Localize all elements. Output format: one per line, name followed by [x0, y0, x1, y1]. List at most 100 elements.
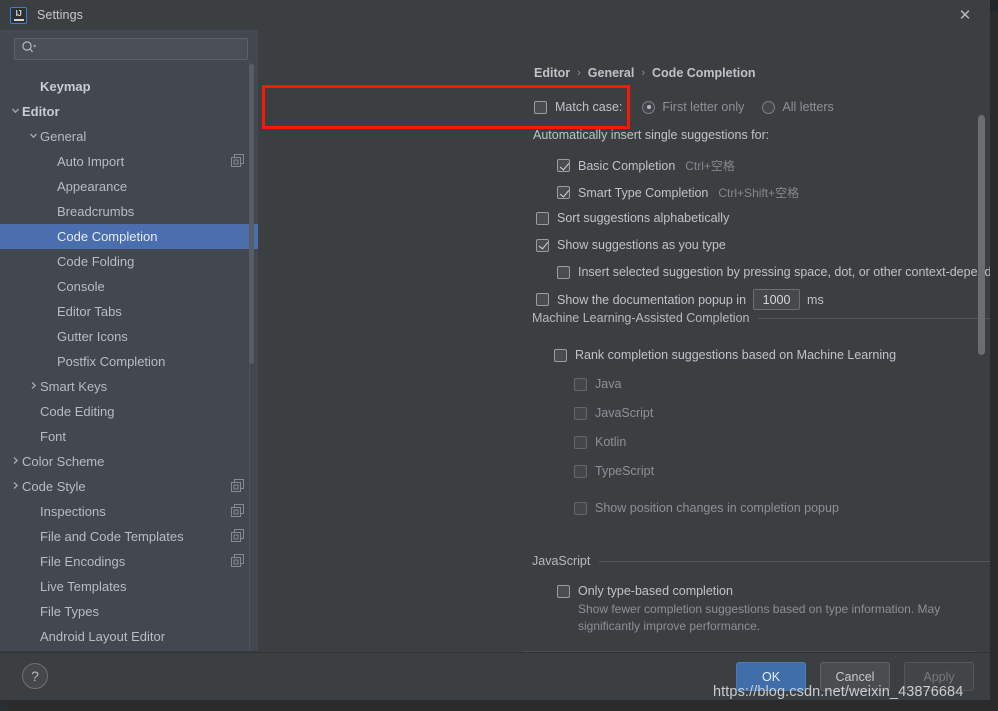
sidebar-item-label: Auto Import [57, 154, 125, 169]
sidebar-item-label: Breadcrumbs [57, 204, 135, 219]
auto-insert-section-label: Automatically insert single suggestions … [533, 128, 770, 142]
sidebar-item-keymap[interactable]: Keymap [0, 74, 258, 99]
all-letters-radio[interactable] [762, 100, 776, 114]
ml-typescript-checkbox[interactable] [574, 464, 587, 478]
show-as-you-type-checkbox[interactable] [536, 238, 549, 252]
search-box[interactable] [14, 38, 248, 60]
copy-settings-icon[interactable] [231, 503, 244, 520]
sidebar-item-label: Console [57, 279, 105, 294]
ml-section-title: Machine Learning-Assisted Completion [532, 311, 750, 325]
sidebar-item-editor[interactable]: Editor [0, 99, 258, 124]
sidebar-item-file-types[interactable]: File Types [0, 599, 258, 624]
show-as-you-type-label: Show suggestions as you type [557, 238, 726, 252]
show-as-you-type-row: Show suggestions as you type [536, 238, 726, 252]
breadcrumb-item-editor[interactable]: Editor [534, 66, 570, 80]
copy-settings-icon[interactable] [231, 553, 244, 570]
js-section-header: JavaScript [532, 554, 990, 568]
ml-show-position-label: Show position changes in completion popu… [595, 501, 839, 515]
sidebar-item-label: Editor [22, 104, 60, 119]
sidebar-item-breadcrumbs[interactable]: Breadcrumbs [0, 199, 258, 224]
sort-alphabetically-checkbox[interactable] [536, 211, 549, 225]
sidebar-item-inspections[interactable]: Inspections [0, 499, 258, 524]
close-icon[interactable]: ✕ [956, 6, 974, 24]
chevron-right-icon[interactable] [8, 456, 22, 467]
ml-typescript-row: TypeScript [574, 464, 654, 478]
match-case-label: Match case: [555, 100, 623, 114]
match-case-checkbox[interactable] [534, 100, 547, 114]
doc-popup-unit-label: ms [807, 292, 824, 307]
chevron-right-icon[interactable] [26, 381, 40, 392]
sidebar-item-code-style[interactable]: Code Style [0, 474, 258, 499]
copy-settings-icon[interactable] [231, 478, 244, 495]
smart-type-completion-label: Smart Type Completion [578, 185, 709, 200]
ml-show-position-checkbox[interactable] [574, 501, 587, 515]
chevron-right-icon[interactable] [8, 481, 22, 492]
search-wrapper [0, 30, 258, 66]
help-button[interactable]: ? [22, 663, 48, 689]
sidebar-item-general[interactable]: General [0, 124, 258, 149]
sidebar-item-font[interactable]: Font [0, 424, 258, 449]
dialog-titlebar: IJ Settings ✕ [0, 0, 990, 30]
sidebar-item-editor-tabs[interactable]: Editor Tabs [0, 299, 258, 324]
content-scrollbar-thumb[interactable] [978, 115, 985, 355]
sidebar-item-label: Code Completion [57, 229, 158, 244]
chevron-down-icon[interactable] [8, 106, 22, 117]
smart-type-completion-checkbox[interactable] [557, 186, 570, 199]
basic-completion-checkbox[interactable] [557, 159, 570, 172]
ml-rank-checkbox[interactable] [554, 348, 567, 362]
sidebar-item-label: Inspections [40, 504, 106, 519]
sidebar-item-console[interactable]: Console [0, 274, 258, 299]
sidebar-item-appearance[interactable]: Appearance [0, 174, 258, 199]
doc-popup-checkbox[interactable] [536, 293, 549, 306]
sidebar-item-auto-import[interactable]: Auto Import [0, 149, 258, 174]
breadcrumb-item-general[interactable]: General [588, 66, 635, 80]
breadcrumb-item-code-completion: Code Completion [652, 66, 756, 80]
match-case-row: Match case: First letter only All letter… [534, 100, 834, 114]
sidebar-item-smart-keys[interactable]: Smart Keys [0, 374, 258, 399]
ml-rank-row: Rank completion suggestions based on Mac… [554, 348, 896, 362]
sidebar-item-postfix-completion[interactable]: Postfix Completion [0, 349, 258, 374]
ml-java-checkbox[interactable] [574, 377, 587, 391]
cancel-button[interactable]: Cancel [820, 662, 890, 691]
settings-sidebar: Keymap Editor General Auto Import Appearance… [0, 30, 258, 652]
copy-settings-icon[interactable] [231, 153, 244, 170]
sidebar-item-code-folding[interactable]: Code Folding [0, 249, 258, 274]
sidebar-item-code-completion[interactable]: Code Completion [0, 224, 258, 249]
doc-popup-delay-input[interactable] [753, 289, 801, 310]
first-letter-only-radio[interactable] [642, 100, 656, 114]
sidebar-scrollbar-thumb[interactable] [249, 64, 254, 364]
insert-selected-checkbox[interactable] [557, 265, 570, 279]
content-scrollbar-track[interactable] [978, 60, 988, 652]
smart-type-completion-shortcut: Ctrl+Shift+空格 [718, 186, 800, 200]
ml-kotlin-checkbox[interactable] [574, 435, 587, 449]
insert-selected-label: Insert selected suggestion by pressing s… [578, 265, 990, 279]
sidebar-item-gutter-icons[interactable]: Gutter Icons [0, 324, 258, 349]
settings-tree[interactable]: Keymap Editor General Auto Import Appearance… [0, 66, 258, 652]
copy-settings-icon[interactable] [231, 528, 244, 545]
sidebar-item-live-templates[interactable]: Live Templates [0, 574, 258, 599]
search-input[interactable] [39, 42, 241, 56]
ml-javascript-row: JavaScript [574, 406, 653, 420]
ok-button[interactable]: OK [736, 662, 806, 691]
ml-javascript-label: JavaScript [595, 406, 654, 420]
settings-content-pane: Editor › General › Code Completion Match… [258, 30, 990, 652]
chevron-down-icon[interactable] [26, 131, 40, 142]
search-icon [21, 40, 37, 59]
sidebar-item-code-editing[interactable]: Code Editing [0, 399, 258, 424]
ml-javascript-checkbox[interactable] [574, 406, 587, 420]
breadcrumb-separator-icon: › [641, 67, 646, 79]
ml-typescript-label: TypeScript [595, 464, 655, 478]
basic-completion-shortcut: Ctrl+空格 [685, 159, 735, 173]
sidebar-item-label: Code Folding [57, 254, 135, 269]
apply-button[interactable]: Apply [904, 662, 974, 691]
sidebar-item-color-scheme[interactable]: Color Scheme [0, 449, 258, 474]
js-only-type-based-checkbox[interactable] [557, 584, 570, 598]
all-letters-label: All letters [782, 100, 834, 114]
sidebar-item-android-layout-editor[interactable]: Android Layout Editor [0, 624, 258, 649]
ml-show-position-row: Show position changes in completion popu… [574, 501, 839, 515]
sidebar-item-clipped[interactable] [0, 66, 258, 74]
sidebar-item-label: Color Scheme [22, 454, 105, 469]
sidebar-item-file-encodings[interactable]: File Encodings [0, 549, 258, 574]
smart-type-completion-row: Smart Type Completion Ctrl+Shift+空格 [557, 184, 799, 201]
sidebar-item-file-and-code-templates[interactable]: File and Code Templates [0, 524, 258, 549]
